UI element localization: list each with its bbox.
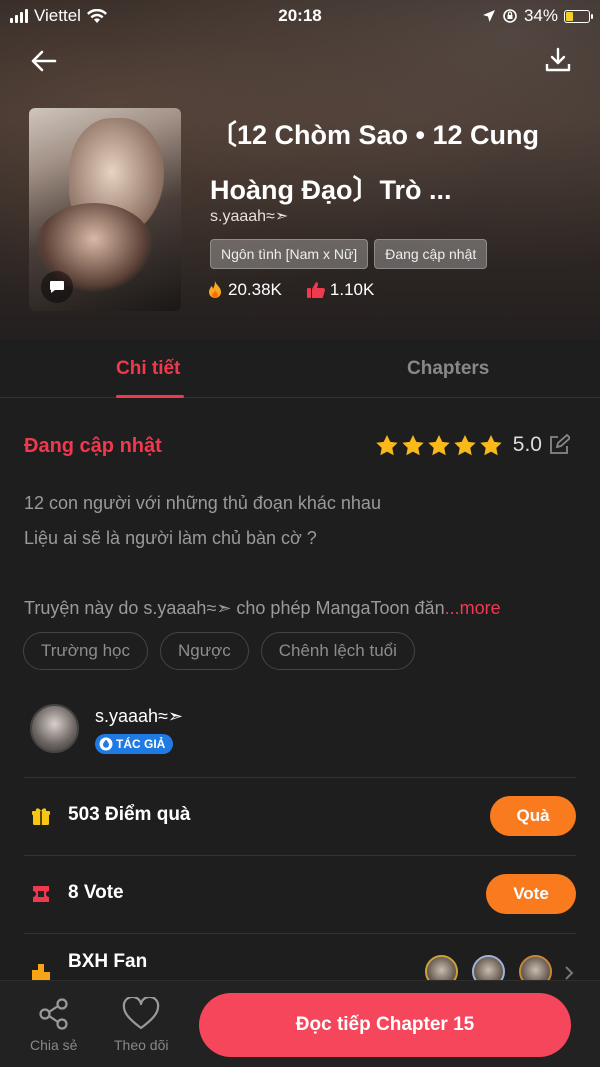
rating: 5.0 [375,433,570,457]
description-line [24,556,574,591]
detail-tabs: Chi tiết Chapters [0,340,600,398]
divider [24,933,576,934]
share-icon [39,998,68,1030]
star-icon [376,434,398,455]
battery-percent: 34% [523,6,558,25]
star-icon [428,434,450,455]
description-line: Truyện này do s.yaaah≈➣ cho phép MangaTo… [24,591,574,626]
comment-icon[interactable] [41,271,73,303]
star-icon [480,434,502,455]
gift-icon [32,808,50,825]
book-description: 12 con người với những thủ đoạn khác nha… [24,486,574,626]
divider [24,777,576,778]
author-badge-label: TÁC GIẢ [116,737,166,751]
views-stat: 20.38K [206,280,282,300]
genre-chip[interactable]: Ngôn tình [Nam x Nữ] [210,239,369,269]
star-icon [402,434,424,455]
book-stats: 20.38K 1.10K [206,280,374,300]
tag-chip[interactable]: Ngược [159,632,249,670]
droplet-icon [99,737,113,751]
rating-stars [375,434,503,457]
active-tab-indicator [116,395,184,398]
share-label: Chia sẻ [30,1037,78,1053]
genre-chips: Ngôn tình [Nam x Nữ] Đang cập nhật [210,239,488,269]
book-detail-screen: Viettel 20:18 34% 〔12 Chòm Sao • 12 Cung… [0,0,600,1067]
tag-chip[interactable]: Trường học [23,632,148,670]
gift-button[interactable]: Quà [490,796,576,836]
tag-chip[interactable]: Chênh lệch tuổi [260,632,415,670]
thumbs-up-icon [306,282,325,298]
status-chip: Đang cập nhật [374,239,488,269]
edit-rating-icon[interactable] [548,434,570,456]
views-count: 20.38K [228,280,282,299]
tab-details[interactable]: Chi tiết [116,358,180,380]
vote-ticket-icon [33,886,49,902]
book-cover[interactable] [29,108,181,311]
heart-icon [123,997,160,1030]
download-icon[interactable] [544,46,572,74]
star-icon [454,434,476,455]
author-name[interactable]: s.yaaah≈➣ [95,706,183,727]
fan-rank-icon [32,964,50,980]
more-link[interactable]: ...more [445,598,501,618]
back-arrow-icon[interactable] [28,46,58,76]
likes-count: 1.10K [329,280,375,299]
author-badge: TÁC GIẢ [95,734,174,754]
divider [24,855,576,856]
update-status: Đang cập nhật [24,435,162,457]
book-author[interactable]: s.yaaah≈➣ [210,206,288,226]
status-bar: Viettel 20:18 34% [0,0,600,32]
vote-button[interactable]: Vote [486,874,576,914]
fire-icon [209,281,221,298]
follow-button[interactable]: Theo dõi [114,997,168,1053]
author-card[interactable]: s.yaaah≈➣ TÁC GIẢ [0,690,600,778]
battery-icon [564,9,593,23]
bottom-action-bar: Chia sẻ Theo dõi Đọc tiếp Chapter 15 [0,980,600,1067]
follow-label: Theo dõi [114,1037,169,1053]
description-text: Truyện này do s.yaaah≈➣ cho phép MangaTo… [24,598,445,618]
location-icon [482,10,495,22]
tag-list: Trường học Ngược Chênh lệch tuổi [23,632,415,670]
author-avatar[interactable] [30,704,79,753]
share-button[interactable]: Chia sẻ [30,997,77,1053]
continue-reading-button[interactable]: Đọc tiếp Chapter 15 [199,993,571,1057]
vote-count: 8 Vote [68,882,124,903]
book-title: 〔12 Chòm Sao • 12 Cung Hoàng Đạo〕Trò ... [210,120,540,205]
tab-chapters[interactable]: Chapters [407,358,489,380]
gift-points: 503 Điểm quà [68,804,191,825]
rating-value: 5.0 [512,433,542,456]
description-line: Liệu ai sẽ là người làm chủ bàn cờ ? [24,528,317,548]
chevron-right-icon[interactable] [564,965,574,981]
rotation-lock-icon [503,9,517,23]
description-line: 12 con người với những thủ đoạn khác nha… [24,493,381,513]
fan-rank-label[interactable]: BXH Fan [68,951,147,973]
likes-stat: 1.10K [306,280,374,300]
